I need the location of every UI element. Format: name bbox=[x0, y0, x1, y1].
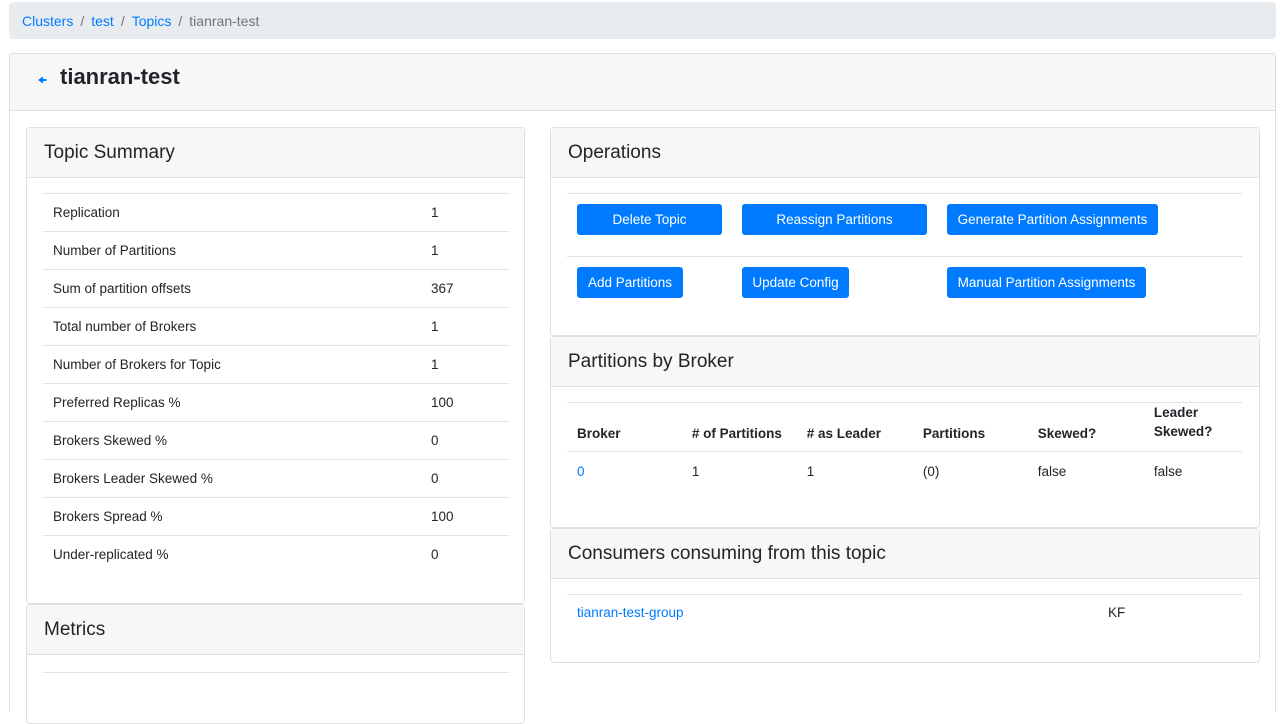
operations-buttons: Delete Topic Reassign Partitions Generat… bbox=[567, 193, 1242, 319]
breadcrumb-topics[interactable]: Topics bbox=[132, 13, 172, 29]
table-row: Number of Brokers for Topic 1 bbox=[43, 345, 509, 384]
summary-value: 0 bbox=[421, 421, 509, 460]
summary-value: 100 bbox=[421, 383, 509, 422]
list-item: tianran-test-group KF bbox=[567, 594, 1242, 633]
delete-topic-button[interactable]: Delete Topic bbox=[577, 204, 722, 235]
summary-label: Number of Partitions bbox=[43, 231, 421, 270]
summary-label: Brokers Spread % bbox=[43, 497, 421, 536]
cell-skewed: false bbox=[1037, 463, 1067, 479]
consumers-header: Consumers consuming from this topic bbox=[551, 529, 1259, 579]
consumer-type: KF bbox=[1108, 605, 1126, 620]
operations-row: Add Partitions Update Config Manual Part… bbox=[567, 256, 1242, 319]
summary-label: Under-replicated % bbox=[43, 535, 421, 573]
column-header: Partitions bbox=[912, 402, 1028, 452]
cell-num-partitions: 1 bbox=[691, 463, 700, 479]
cell-partitions: (0) bbox=[922, 463, 940, 479]
summary-label: Preferred Replicas % bbox=[43, 383, 421, 422]
summary-value: 0 bbox=[421, 535, 509, 573]
cell-as-leader: 1 bbox=[806, 463, 815, 479]
summary-value: 0 bbox=[421, 459, 509, 498]
table-row: Brokers Skewed % 0 bbox=[43, 421, 509, 460]
column-header: Leader Skewed? bbox=[1143, 402, 1242, 452]
breadcrumb-separator: / bbox=[120, 12, 125, 29]
reassign-partitions-button[interactable]: Reassign Partitions bbox=[742, 204, 927, 235]
table-row: Brokers Spread % 100 bbox=[43, 497, 509, 536]
partitions-by-broker-title: Partitions by Broker bbox=[568, 350, 734, 372]
table-row: Replication 1 bbox=[43, 193, 509, 232]
partitions-table: Broker # of Partitions # as Leader Parti… bbox=[567, 402, 1242, 490]
topic-summary-table: Replication 1 Number of Partitions 1 Sum o… bbox=[43, 193, 509, 573]
table-row: Under-replicated % 0 bbox=[43, 535, 509, 573]
add-partitions-button[interactable]: Add Partitions bbox=[577, 267, 683, 298]
consumers-card: Consumers consuming from this topic tian… bbox=[550, 528, 1260, 663]
column-header: # of Partitions bbox=[681, 402, 797, 452]
summary-value: 1 bbox=[421, 345, 509, 384]
table-row: Sum of partition offsets 367 bbox=[43, 269, 509, 308]
metrics-title: Metrics bbox=[44, 618, 106, 640]
topic-summary-header: Topic Summary bbox=[27, 128, 524, 178]
topic-summary-card: Topic Summary Replication 1 Number of Par… bbox=[26, 127, 525, 604]
breadcrumb-clusters[interactable]: Clusters bbox=[22, 13, 73, 29]
table-row: Total number of Brokers 1 bbox=[43, 307, 509, 346]
column-header: Skewed? bbox=[1027, 402, 1144, 452]
page-header: tianran-test bbox=[9, 53, 1276, 111]
summary-value: 367 bbox=[421, 269, 509, 308]
summary-value: 100 bbox=[421, 497, 509, 536]
update-config-button[interactable]: Update Config bbox=[742, 267, 849, 298]
metrics-card: Metrics bbox=[26, 604, 525, 724]
table-row: 0 1 1 (0) false false bbox=[567, 452, 1242, 491]
summary-label: Sum of partition offsets bbox=[43, 269, 421, 308]
generate-partition-assignments-button[interactable]: Generate Partition Assignments bbox=[947, 204, 1158, 235]
broker-link[interactable]: 0 bbox=[577, 464, 585, 479]
consumers-title: Consumers consuming from this topic bbox=[568, 542, 886, 564]
breadcrumb-cluster-test[interactable]: test bbox=[91, 13, 114, 29]
consumer-group-link[interactable]: tianran-test-group bbox=[577, 605, 684, 620]
summary-label: Total number of Brokers bbox=[43, 307, 421, 346]
operations-row: Delete Topic Reassign Partitions Generat… bbox=[567, 193, 1242, 256]
manual-partition-assignments-button[interactable]: Manual Partition Assignments bbox=[947, 267, 1146, 298]
cell-leader-skewed: false bbox=[1153, 463, 1183, 479]
operations-card: Operations Delete Topic Reassign Partiti… bbox=[550, 127, 1260, 336]
metrics-header: Metrics bbox=[27, 605, 524, 655]
table-header-row: Broker # of Partitions # as Leader Parti… bbox=[567, 402, 1242, 452]
column-header: Broker bbox=[567, 402, 682, 452]
summary-label: Number of Brokers for Topic bbox=[43, 345, 421, 384]
summary-label: Replication bbox=[43, 193, 421, 232]
breadcrumb: Clusters / test / Topics / tianran-test bbox=[9, 2, 1276, 39]
summary-value: 1 bbox=[421, 307, 509, 346]
breadcrumb-separator: / bbox=[80, 12, 85, 29]
operations-title: Operations bbox=[568, 141, 661, 163]
back-arrow-icon[interactable] bbox=[37, 70, 47, 90]
column-header: # as Leader bbox=[796, 402, 913, 452]
divider bbox=[43, 672, 509, 673]
table-row: Number of Partitions 1 bbox=[43, 231, 509, 270]
breadcrumb-separator: / bbox=[178, 12, 183, 29]
summary-label: Brokers Leader Skewed % bbox=[43, 459, 421, 498]
content-area: Topic Summary Replication 1 Number of Par… bbox=[9, 111, 1276, 724]
partitions-by-broker-card: Partitions by Broker Broker # of Partiti… bbox=[550, 336, 1260, 528]
summary-value: 1 bbox=[421, 231, 509, 270]
page-title: tianran-test bbox=[60, 64, 180, 89]
table-row: Preferred Replicas % 100 bbox=[43, 383, 509, 422]
summary-label: Brokers Skewed % bbox=[43, 421, 421, 460]
partitions-by-broker-header: Partitions by Broker bbox=[551, 337, 1259, 387]
breadcrumb-current: tianran-test bbox=[189, 12, 260, 29]
topic-summary-title: Topic Summary bbox=[44, 141, 175, 163]
table-row: Brokers Leader Skewed % 0 bbox=[43, 459, 509, 498]
summary-value: 1 bbox=[421, 193, 509, 232]
operations-header: Operations bbox=[551, 128, 1259, 178]
